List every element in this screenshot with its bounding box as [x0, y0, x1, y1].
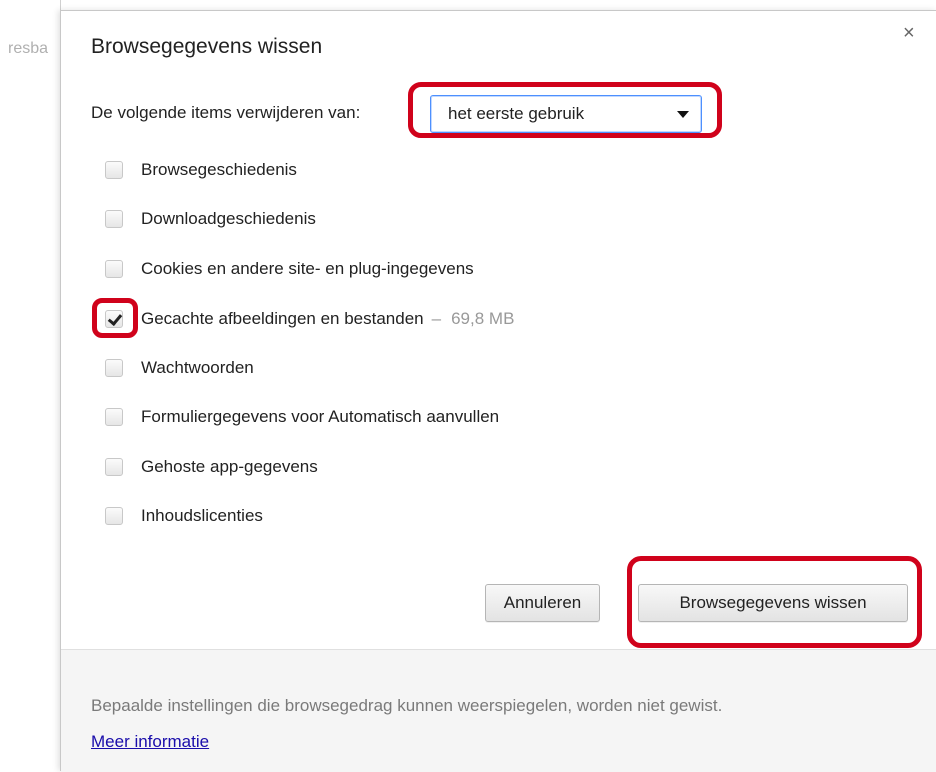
option-label: Browsegeschiedenis: [141, 160, 297, 179]
background-text: resba: [8, 40, 49, 57]
option-label: Inhoudslicenties: [141, 506, 263, 525]
option-autofill[interactable]: Formuliergegevens voor Automatisch aanvu…: [105, 404, 499, 430]
checkbox[interactable]: [105, 359, 123, 377]
option-separator: –: [431, 309, 442, 328]
option-label: Downloadgeschiedenis: [141, 209, 316, 228]
option-cached-images[interactable]: Gecachte afbeeldingen en bestanden – 69,…: [105, 306, 514, 332]
highlight-annotation-select: [408, 82, 722, 138]
close-icon[interactable]: ×: [903, 23, 915, 43]
checkbox[interactable]: [105, 507, 123, 525]
cache-size: 69,8 MB: [451, 309, 515, 328]
dialog-footer: Bepaalde instellingen die browsegedrag k…: [61, 649, 936, 772]
checkbox[interactable]: [105, 161, 123, 179]
option-passwords[interactable]: Wachtwoorden: [105, 355, 254, 381]
background-page: resba: [0, 0, 61, 770]
highlight-annotation-button: [627, 556, 922, 648]
footer-note: Bepaalde instellingen die browsegedrag k…: [91, 696, 723, 715]
clear-browsing-data-dialog: Browsegegevens wissen × De volgende item…: [60, 10, 936, 772]
cancel-button[interactable]: Annuleren: [485, 584, 600, 622]
checkbox[interactable]: [105, 458, 123, 476]
more-info-link[interactable]: Meer informatie: [91, 732, 209, 752]
checkbox[interactable]: [105, 260, 123, 278]
option-label: Gecachte afbeeldingen en bestanden: [141, 309, 424, 328]
option-label: Gehoste app-gegevens: [141, 457, 318, 476]
option-label: Formuliergegevens voor Automatisch aanvu…: [141, 407, 500, 426]
option-browsing-history[interactable]: Browsegeschiedenis: [105, 157, 297, 183]
highlight-annotation-checkbox: [92, 298, 138, 338]
option-label: Cookies en andere site- en plug-ingegeve…: [141, 259, 474, 278]
option-hosted-app-data[interactable]: Gehoste app-gegevens: [105, 454, 318, 480]
option-label: Wachtwoorden: [141, 358, 254, 377]
checkbox[interactable]: [105, 408, 123, 426]
checkbox[interactable]: [105, 210, 123, 228]
option-download-history[interactable]: Downloadgeschiedenis: [105, 206, 316, 232]
dialog-title: Browsegegevens wissen: [91, 35, 323, 58]
option-content-licenses[interactable]: Inhoudslicenties: [105, 503, 263, 529]
option-cookies[interactable]: Cookies en andere site- en plug-ingegeve…: [105, 256, 474, 282]
time-range-label: De volgende items verwijderen van:: [91, 103, 361, 122]
